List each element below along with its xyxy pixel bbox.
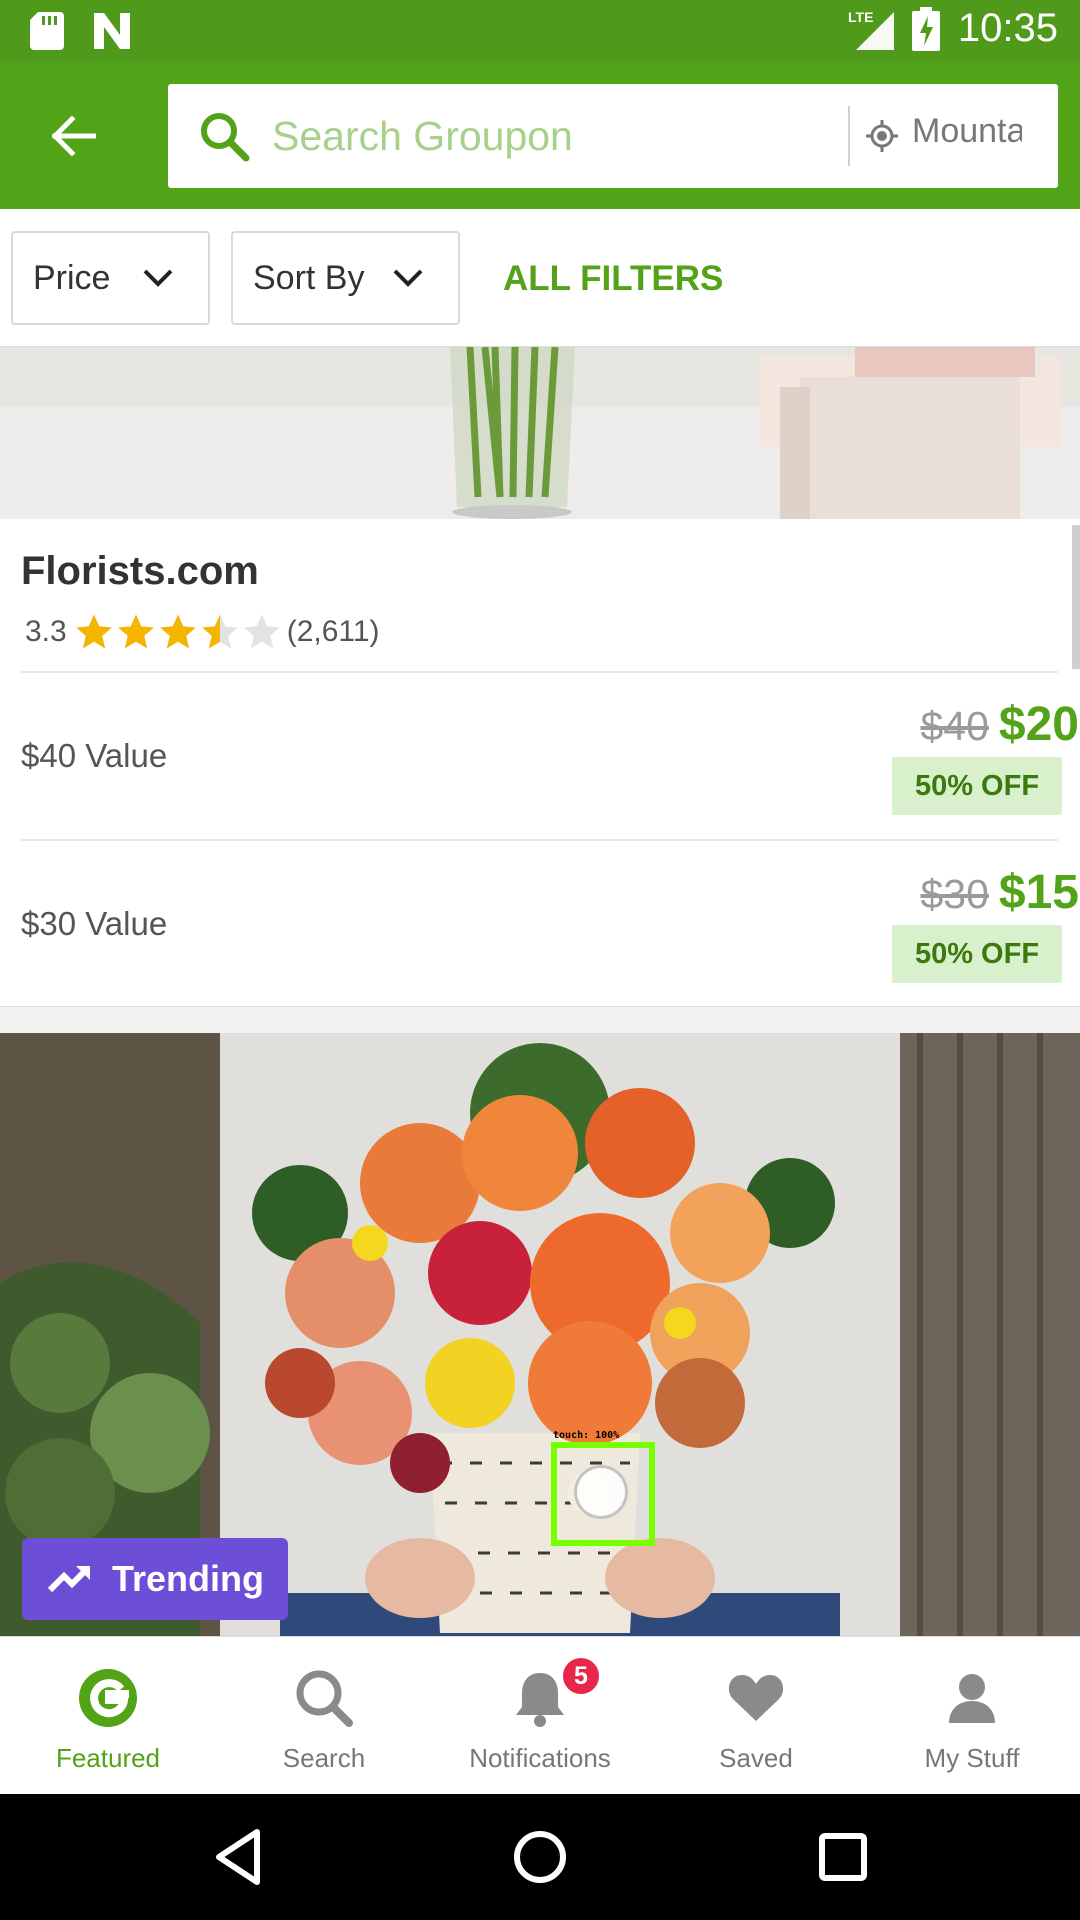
nav-label: Saved (719, 1743, 793, 1773)
nav-search[interactable]: Search (216, 1637, 432, 1794)
original-price: $40 (920, 703, 989, 749)
system-navigation-bar (0, 1794, 1080, 1920)
star-full-icon (117, 614, 154, 649)
status-time: 10:35 (957, 6, 1058, 50)
star-full-icon (75, 614, 112, 649)
filter-bar: Price Sort By ALL FILTERS (0, 209, 1080, 347)
nav-saved[interactable]: Saved (648, 1637, 864, 1794)
back-button[interactable] (38, 101, 108, 171)
search-icon (296, 1670, 353, 1727)
sd-card-icon (30, 12, 64, 50)
option-value-label: $30 Value (21, 905, 168, 942)
trending-up-icon (48, 1565, 91, 1593)
review-count: (2,611) (286, 615, 380, 648)
system-recents-icon[interactable] (810, 1824, 876, 1890)
nav-label: Featured (55, 1743, 161, 1773)
status-bar: LTE 10:35 (0, 0, 1080, 63)
divider (21, 671, 1058, 673)
all-filters-button[interactable]: ALL FILTERS (503, 259, 723, 299)
bottom-navigation: Featured Search 5 Notifications Saved My… (0, 1636, 1080, 1794)
notification-count-badge: 5 (560, 1655, 602, 1697)
search-icon (201, 113, 250, 162)
svg-text:LTE: LTE (848, 9, 873, 25)
star-half-icon (201, 614, 238, 649)
system-home-icon[interactable] (507, 1824, 573, 1890)
nav-label: Search (282, 1743, 366, 1773)
touch-point (574, 1465, 628, 1519)
merchant-name[interactable]: Florists.com (21, 549, 259, 594)
price-row: $40 $20 (920, 697, 1079, 752)
screen: LTE 10:35 Mountain Price Sort By ALL FIL… (0, 0, 1080, 1920)
trending-badge: Trending (22, 1538, 288, 1620)
nav-label: My Stuff (924, 1743, 1020, 1773)
trending-label: Trending (112, 1558, 264, 1599)
search-divider (848, 106, 850, 166)
discounted-price: $15 (998, 866, 1079, 919)
sort-by-button[interactable]: Sort By (231, 231, 460, 325)
discount-badge: 50% OFF (892, 925, 1062, 983)
deal-image[interactable] (0, 347, 1080, 519)
touch-indicator-label: touch: 100% (553, 1430, 620, 1441)
app-bar: Mountain (0, 63, 1080, 209)
system-back-icon[interactable] (205, 1824, 271, 1890)
scrollbar-thumb[interactable] (1072, 525, 1080, 669)
chevron-down-icon (143, 269, 173, 287)
nav-featured[interactable]: Featured (0, 1637, 216, 1794)
price-filter-button[interactable]: Price (11, 231, 210, 325)
star-empty-icon (243, 614, 280, 649)
location-icon[interactable] (864, 118, 900, 154)
rating-row: 3.3 (2,611) (25, 611, 380, 653)
star-rating (73, 611, 283, 653)
groupon-g-icon (79, 1669, 137, 1727)
deal-card[interactable]: Florists.com 3.3 (2,611) $40 Value $40 $… (0, 519, 1080, 1007)
original-price: $30 (920, 871, 989, 917)
nav-notifications[interactable]: 5 Notifications (432, 1637, 648, 1794)
price-row: $30 $15 (920, 865, 1079, 920)
search-input[interactable] (272, 102, 842, 170)
discounted-price: $20 (998, 698, 1079, 751)
vase-photo (0, 347, 1080, 519)
price-filter-label: Price (33, 258, 111, 297)
divider (21, 839, 1058, 841)
discount-badge: 50% OFF (892, 757, 1062, 815)
search-box[interactable]: Mountain (168, 84, 1058, 188)
chevron-down-icon (393, 269, 423, 287)
battery-charging-icon (911, 6, 940, 51)
rating-value: 3.3 (25, 615, 67, 648)
nav-my-stuff[interactable]: My Stuff (864, 1637, 1080, 1794)
location-text[interactable]: Mountain (912, 112, 1022, 151)
n-notification-icon (94, 13, 130, 49)
star-full-icon (159, 614, 196, 649)
nav-label: Notifications (469, 1743, 611, 1773)
back-arrow-icon (51, 116, 96, 156)
option-value-label: $40 Value (21, 737, 168, 774)
lte-signal-icon: LTE (848, 9, 894, 50)
person-icon (949, 1674, 995, 1723)
heart-icon (728, 1675, 784, 1721)
sort-by-label: Sort By (253, 258, 365, 297)
